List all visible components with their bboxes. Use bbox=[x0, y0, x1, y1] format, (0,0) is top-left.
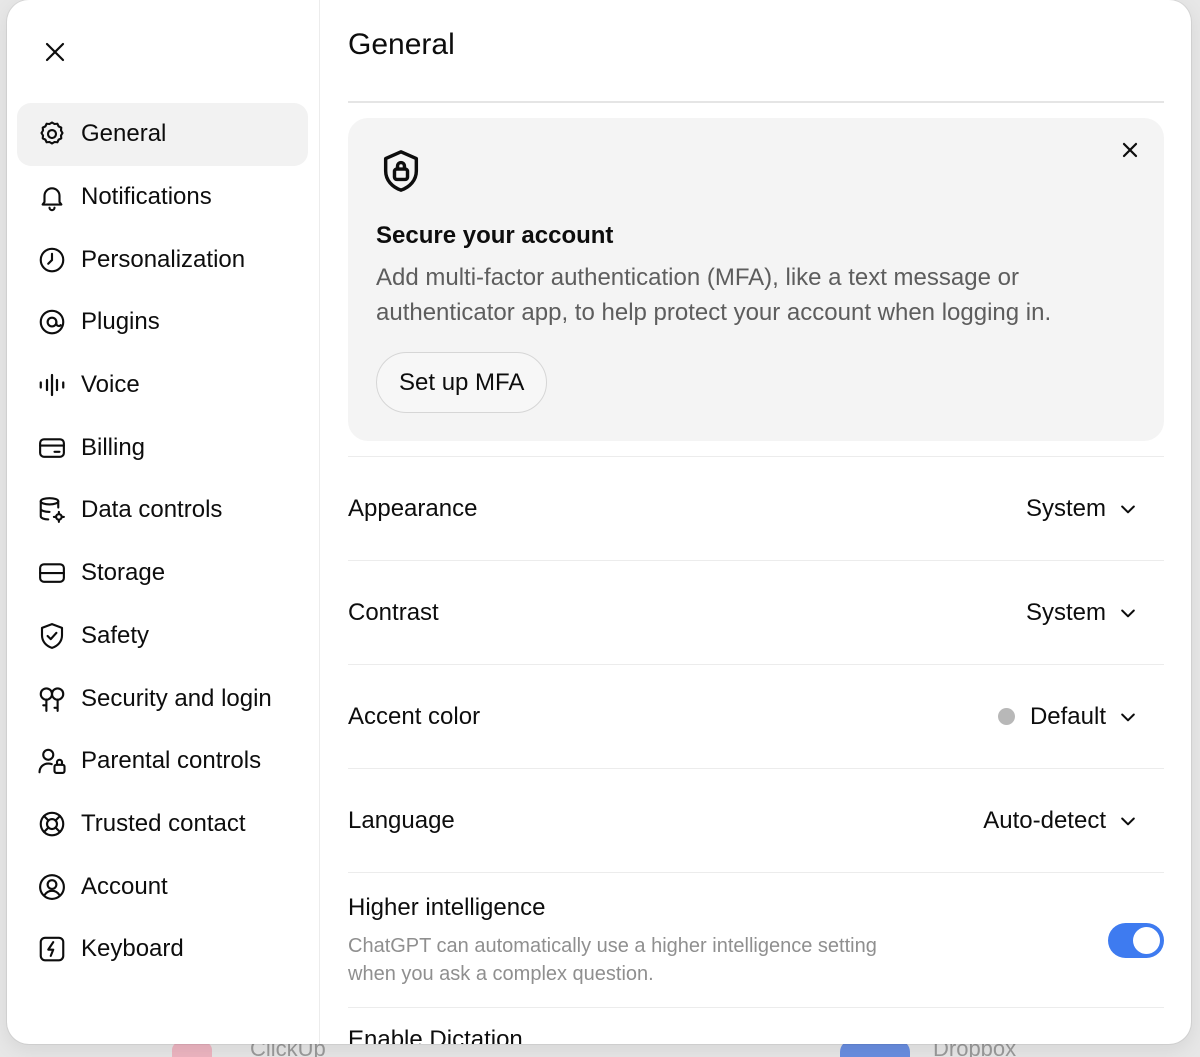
sidebar-item-notifications[interactable]: Notifications bbox=[17, 166, 308, 229]
mfa-card-title: Secure your account bbox=[376, 222, 614, 249]
settings-nav: General Notifications Personalization Pl… bbox=[17, 103, 308, 981]
bell-icon bbox=[37, 182, 67, 212]
chevron-down-icon bbox=[1118, 499, 1138, 519]
settings-sidebar: General Notifications Personalization Pl… bbox=[7, 0, 320, 1044]
mfa-promo-card: Secure your account Add multi-factor aut… bbox=[348, 118, 1164, 441]
sidebar-item-label: Data controls bbox=[81, 496, 223, 524]
gear-icon bbox=[37, 119, 67, 149]
set-up-mfa-button[interactable]: Set up MFA bbox=[376, 352, 548, 413]
sidebar-item-data-controls[interactable]: Data controls bbox=[17, 479, 308, 542]
dismiss-mfa-card-button[interactable] bbox=[1116, 136, 1144, 164]
sidebar-item-label: Notifications bbox=[81, 183, 212, 211]
accent-color-value: Default bbox=[1029, 702, 1106, 730]
accent-color-setting-row: Accent color Default bbox=[348, 665, 1164, 769]
page-title: General bbox=[348, 28, 455, 61]
appearance-label: Appearance bbox=[348, 494, 478, 522]
accent-color-dropdown[interactable]: Default bbox=[997, 702, 1164, 731]
toggle-knob bbox=[1133, 927, 1160, 954]
sidebar-item-plugins[interactable]: Plugins bbox=[17, 291, 308, 354]
sidebar-item-label: Storage bbox=[81, 559, 166, 587]
language-value: Auto-detect bbox=[983, 806, 1106, 834]
contrast-value: System bbox=[1025, 598, 1106, 626]
keyboard-bolt-icon bbox=[37, 934, 67, 964]
higher-intelligence-label: Higher intelligence bbox=[348, 894, 546, 921]
sidebar-item-security-and-login[interactable]: Security and login bbox=[17, 667, 308, 730]
language-label: Language bbox=[348, 806, 455, 834]
sidebar-item-label: Keyboard bbox=[81, 935, 184, 963]
higher-intelligence-toggle[interactable] bbox=[1108, 923, 1164, 958]
sidebar-item-label: General bbox=[81, 120, 167, 148]
database-gear-icon bbox=[37, 495, 67, 525]
storage-drive-icon bbox=[37, 558, 67, 588]
sidebar-item-label: Billing bbox=[81, 433, 146, 461]
contrast-setting-row: Contrast System bbox=[348, 561, 1164, 665]
chevron-down-icon bbox=[1118, 811, 1138, 831]
parent-lock-icon bbox=[37, 746, 67, 776]
appearance-dropdown[interactable]: System bbox=[1026, 495, 1164, 523]
lifebuoy-icon bbox=[37, 809, 67, 839]
sidebar-item-storage[interactable]: Storage bbox=[17, 542, 308, 605]
sidebar-item-label: Security and login bbox=[81, 684, 272, 712]
sidebar-item-label: Voice bbox=[81, 371, 140, 399]
shield-lock-icon bbox=[383, 150, 419, 192]
sidebar-item-keyboard[interactable]: Keyboard bbox=[17, 918, 308, 981]
chevron-down-icon bbox=[1118, 603, 1138, 623]
sidebar-item-label: Account bbox=[81, 872, 168, 900]
voice-waveform-icon bbox=[37, 370, 67, 400]
language-setting-row: Language Auto-detect bbox=[348, 769, 1164, 873]
mfa-card-description: Add multi-factor authentication (MFA), l… bbox=[376, 264, 1052, 326]
close-icon bbox=[45, 42, 65, 62]
close-icon bbox=[1122, 142, 1138, 158]
settings-main-panel: General Secure your account Add multi-fa… bbox=[348, 0, 1164, 1044]
appearance-value: System bbox=[1025, 494, 1106, 522]
sidebar-item-trusted-contact[interactable]: Trusted contact bbox=[17, 793, 308, 856]
higher-intelligence-setting-row: Higher intelligence ChatGPT can automati… bbox=[348, 874, 1164, 1008]
appearance-setting-row: Appearance System bbox=[348, 457, 1164, 561]
accent-color-swatch bbox=[997, 708, 1015, 725]
security-key-icon bbox=[37, 684, 67, 714]
personalization-icon bbox=[37, 245, 67, 275]
accent-color-label: Accent color bbox=[348, 702, 481, 730]
sidebar-item-general[interactable]: General bbox=[17, 103, 308, 166]
sidebar-item-label: Trusted contact bbox=[81, 809, 246, 837]
settings-modal: General Notifications Personalization Pl… bbox=[7, 0, 1191, 1044]
contrast-dropdown[interactable]: System bbox=[1026, 599, 1164, 627]
sidebar-item-label: Parental controls bbox=[81, 747, 262, 775]
divider bbox=[348, 101, 1164, 103]
chevron-down-icon bbox=[1118, 707, 1138, 727]
sidebar-item-voice[interactable]: Voice bbox=[17, 354, 308, 417]
sidebar-item-label: Safety bbox=[81, 621, 150, 649]
sidebar-item-parental-controls[interactable]: Parental controls bbox=[17, 730, 308, 793]
contrast-label: Contrast bbox=[348, 598, 439, 626]
user-circle-icon bbox=[37, 872, 67, 902]
credit-card-icon bbox=[37, 433, 67, 463]
higher-intelligence-description: ChatGPT can automatically use a higher i… bbox=[348, 935, 877, 985]
sidebar-item-personalization[interactable]: Personalization bbox=[17, 228, 308, 291]
sidebar-item-safety[interactable]: Safety bbox=[17, 605, 308, 668]
enable-dictation-label: Enable Dictation bbox=[348, 1026, 523, 1044]
sidebar-item-account[interactable]: Account bbox=[17, 855, 308, 918]
language-dropdown[interactable]: Auto-detect bbox=[983, 807, 1164, 835]
sidebar-item-label: Plugins bbox=[81, 308, 160, 336]
close-settings-button[interactable] bbox=[37, 34, 73, 70]
shield-check-icon bbox=[37, 621, 67, 651]
plugins-icon bbox=[37, 307, 67, 337]
sidebar-item-label: Personalization bbox=[81, 245, 246, 273]
sidebar-item-billing[interactable]: Billing bbox=[17, 416, 308, 479]
backdrop-app-icon bbox=[172, 1042, 212, 1057]
